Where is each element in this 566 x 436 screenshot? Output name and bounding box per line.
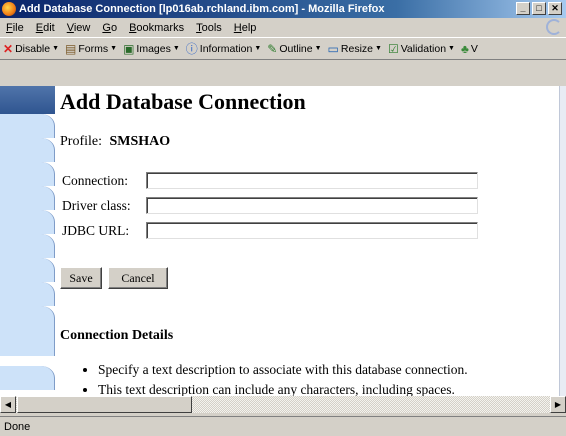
connection-label: Connection: xyxy=(62,172,128,188)
menu-file[interactable]: File xyxy=(0,22,30,34)
vertical-scrollbar[interactable] xyxy=(559,86,566,396)
chevron-down-icon: ▼ xyxy=(448,45,455,52)
forms-label: Forms xyxy=(78,42,109,55)
view-source-icon: ♣ xyxy=(460,41,469,56)
jdbc-url-label: JDBC URL: xyxy=(62,222,130,238)
sidebar-tab[interactable] xyxy=(0,210,55,234)
forms-menu[interactable]: ▤ Forms ▼ xyxy=(62,43,120,55)
sidebar-tab[interactable] xyxy=(0,162,55,186)
information-icon: ⓘ xyxy=(185,41,198,56)
menu-help[interactable]: Help xyxy=(228,22,263,34)
list-item: Specify a text description to associate … xyxy=(98,362,468,378)
driver-class-label: Driver class: xyxy=(62,197,131,213)
navigation-sidebar xyxy=(0,86,55,396)
list-item: This text description can include any ch… xyxy=(98,382,468,396)
disable-label: Disable xyxy=(15,42,51,55)
status-bar: Done xyxy=(0,416,566,436)
window-title-bar[interactable]: Add Database Connection [lp016ab.rchland… xyxy=(0,0,566,18)
status-text: Done xyxy=(4,420,31,433)
sidebar-tab[interactable] xyxy=(0,114,55,138)
sidebar-tab[interactable] xyxy=(0,366,55,390)
information-label: Information xyxy=(199,42,253,55)
chevron-down-icon: ▼ xyxy=(314,45,322,52)
jdbc-url-input[interactable] xyxy=(146,222,478,239)
window-controls: _ □ ✕ xyxy=(516,2,562,15)
throbber-icon xyxy=(546,19,562,35)
sidebar-header xyxy=(0,86,55,114)
save-button[interactable]: Save xyxy=(60,267,102,289)
page-title: Add Database Connection xyxy=(60,89,306,114)
menu-go[interactable]: Go xyxy=(96,22,123,34)
outline-menu[interactable]: ✎ Outline ▼ xyxy=(264,43,324,55)
information-menu[interactable]: ⓘ Information ▼ xyxy=(183,43,264,55)
chevron-down-icon: ▼ xyxy=(375,45,382,52)
outline-label: Outline xyxy=(279,42,313,55)
forms-icon: ▤ xyxy=(65,41,77,56)
disable-icon: ✕ xyxy=(3,41,14,56)
validation-menu[interactable]: ☑ Validation ▼ xyxy=(385,43,458,55)
resize-label: Resize xyxy=(340,42,373,55)
window-title: Add Database Connection [lp016ab.rchland… xyxy=(19,3,385,15)
connection-input[interactable] xyxy=(146,172,478,189)
images-menu[interactable]: ▣ Images ▼ xyxy=(120,43,183,55)
connection-details-heading: Connection Details xyxy=(60,328,174,343)
resize-icon: ▭ xyxy=(327,41,339,56)
menu-bar: File Edit View Go Bookmarks Tools Help xyxy=(0,18,566,37)
menu-bookmarks[interactable]: Bookmarks xyxy=(123,22,190,34)
view-source-label: V xyxy=(470,42,478,55)
sidebar-tab[interactable] xyxy=(0,258,55,282)
menu-tools[interactable]: Tools xyxy=(190,22,228,34)
profile-value: SMSHAO xyxy=(109,134,171,149)
view-source-menu[interactable]: ♣ V xyxy=(458,43,481,55)
sidebar-tab[interactable] xyxy=(0,138,55,162)
chevron-down-icon: ▼ xyxy=(254,45,262,52)
scroll-right-button[interactable]: ▶ xyxy=(550,396,566,413)
sidebar-tab[interactable] xyxy=(0,306,55,356)
validation-label: Validation xyxy=(400,42,447,55)
outline-icon: ✎ xyxy=(267,41,278,56)
images-icon: ▣ xyxy=(123,41,135,56)
close-button[interactable]: ✕ xyxy=(548,2,562,15)
minimize-button[interactable]: _ xyxy=(516,2,530,15)
scroll-left-button[interactable]: ◀ xyxy=(0,396,16,413)
maximize-button[interactable]: □ xyxy=(532,2,546,15)
profile-label: Profile: xyxy=(60,134,102,149)
page-viewport: Add Database Connection Profile: SMSHAO … xyxy=(0,86,566,396)
connection-row: Connection: xyxy=(62,172,478,189)
driver-class-input[interactable] xyxy=(146,197,478,214)
chevron-down-icon: ▼ xyxy=(110,45,118,52)
validation-icon: ☑ xyxy=(387,41,399,56)
jdbc-url-row: JDBC URL: xyxy=(62,222,478,239)
sidebar-tab[interactable] xyxy=(0,186,55,210)
images-label: Images xyxy=(136,42,171,55)
details-list: Specify a text description to associate … xyxy=(84,362,468,396)
driver-class-row: Driver class: xyxy=(62,197,478,214)
chevron-down-icon: ▼ xyxy=(52,45,60,52)
sidebar-tab[interactable] xyxy=(0,282,55,306)
cancel-button[interactable]: Cancel xyxy=(108,267,168,289)
main-content: Add Database Connection Profile: SMSHAO … xyxy=(60,86,560,396)
scroll-thumb[interactable] xyxy=(17,396,192,413)
menu-edit[interactable]: Edit xyxy=(30,22,61,34)
menu-view[interactable]: View xyxy=(61,22,97,34)
profile-line: Profile: SMSHAO xyxy=(60,134,170,150)
chevron-down-icon: ▼ xyxy=(172,45,180,52)
firefox-logo-icon xyxy=(2,2,16,16)
horizontal-scrollbar[interactable]: ◀ ▶ xyxy=(0,396,566,413)
resize-menu[interactable]: ▭ Resize ▼ xyxy=(325,43,385,55)
web-developer-toolbar: ✕ Disable ▼ ▤ Forms ▼ ▣ Images ▼ ⓘ Infor… xyxy=(0,37,566,60)
sidebar-tab[interactable] xyxy=(0,234,55,258)
disable-menu[interactable]: ✕ Disable ▼ xyxy=(0,43,62,55)
